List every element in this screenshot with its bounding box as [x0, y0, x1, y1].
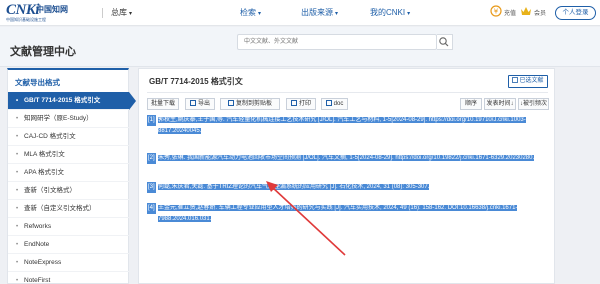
doc-button[interactable]: doc — [321, 98, 348, 110]
recharge-icon[interactable]: ¥ — [490, 5, 502, 17]
citation-number: [2] — [147, 153, 156, 164]
sidebar-item-format[interactable]: APA 格式引文 — [8, 164, 129, 182]
print-button[interactable]: 打印 — [286, 98, 316, 110]
citation-text: 朱秀,张琳. 我国新能源汽车动力电池回收市场空间预测 [J/OL]. 汽车文摘,… — [158, 153, 550, 164]
citation-text: 王金元,崔立赟,赵春娇. 车辆工程专业应用型人才培养的研究与实践 [J]. 汽车… — [158, 203, 550, 225]
citation-text: 郭秋生,姚庆泰,王子国,等. 汽车轻量化机械连接工艺技术研究 [J/OL]. 汽… — [158, 115, 550, 137]
site-switch-dropdown[interactable]: 总库 ▾ — [111, 7, 132, 18]
nav-search[interactable]: 检索 ▾ — [240, 7, 261, 18]
personal-login-button[interactable]: 个人登录 — [555, 6, 596, 20]
sidebar-item-format[interactable]: NoteFirst — [8, 272, 129, 284]
doc-icon — [325, 100, 332, 106]
selected-documents-label: 已选文献 — [519, 78, 544, 84]
nav-publications-label: 出版来源 — [301, 8, 333, 17]
export-label: 导出 — [197, 101, 210, 107]
print-icon — [290, 100, 297, 106]
sort-by-year-button[interactable]: 发表时间↓ — [484, 98, 516, 110]
chevron-down-icon: ▾ — [129, 11, 133, 17]
selected-documents-button[interactable]: 已选文献 — [508, 75, 548, 88]
sort-by-citations-button[interactable]: ↓被引频次 — [518, 98, 549, 110]
member-icon[interactable] — [520, 5, 532, 17]
site-switch-label: 总库 — [111, 8, 127, 17]
cnki-logo[interactable]: CNKi 中国知网 中国知识基础设施工程 — [6, 2, 78, 24]
sidebar-item-format[interactable]: 查新（引文格式） — [8, 182, 129, 200]
nav-my-cnki[interactable]: 我的CNKI ▾ — [370, 7, 410, 18]
page-header: 文献管理中心 — [0, 27, 600, 67]
tag-icon — [512, 77, 519, 83]
citation-number: [1] — [147, 115, 156, 126]
sidebar-item-format[interactable]: 知网研学（原E-Study） — [8, 110, 129, 128]
sidebar-item-format[interactable]: 查新（自定义引文格式） — [8, 200, 129, 218]
doc-label: doc — [333, 101, 344, 107]
nav-my-cnki-label: 我的CNKI — [370, 8, 406, 17]
nav-publications[interactable]: 出版来源 ▾ — [301, 7, 338, 18]
citation-panel: GB/T 7714-2015 格式引文 已选文献 批量下载 导出 复制到剪贴板 … — [138, 68, 555, 284]
citation-text-content: 朱秀,张琳. 我国新能源汽车动力电池回收市场空间预测 [J/OL]. 汽车文摘,… — [158, 155, 535, 161]
sort-order-button[interactable]: 顺序 — [460, 98, 482, 110]
sidebar-item-format[interactable]: GB/T 7714-2015 格式引文 — [8, 92, 136, 110]
copy-icon — [227, 100, 234, 106]
citation-text: 何磊,朱庆君,关磊. 基于TRIZ理论的汽车气瓶座漏系统的应用研究 [J]. 石… — [158, 182, 550, 193]
svg-text:¥: ¥ — [494, 8, 499, 16]
format-list: GB/T 7714-2015 格式引文知网研学（原E-Study）CAJ-CD … — [8, 92, 136, 284]
search-button[interactable] — [437, 34, 453, 50]
chevron-down-icon: ▾ — [335, 11, 339, 17]
sort-by-citations-label: 被引频次 — [522, 101, 547, 107]
sort-arrow-icon: ↓ — [510, 101, 514, 107]
logo-subtitle: 中国知识基础设施工程 — [6, 17, 46, 22]
sort-order-label: 顺序 — [464, 101, 477, 107]
sidebar-item-format[interactable]: CAJ-CD 格式引文 — [8, 128, 129, 146]
print-label: 打印 — [298, 101, 311, 107]
chevron-down-icon: ▾ — [258, 11, 262, 17]
top-navigation-bar: CNKi 中国知网 中国知识基础设施工程 总库 ▾ 检索 ▾ 出版来源 ▾ 我的CNK… — [0, 0, 600, 26]
divider — [147, 92, 548, 93]
chevron-down-icon: ▾ — [407, 11, 411, 17]
export-icon — [189, 100, 196, 106]
logo-chinese-name: 中国知网 — [36, 5, 68, 14]
export-button[interactable]: 导出 — [185, 98, 215, 110]
search-icon — [439, 37, 449, 47]
sidebar-item-format[interactable]: NoteExpress — [8, 254, 129, 272]
copy-label: 复制到剪贴板 — [235, 101, 272, 107]
citation-text-content: 何磊,朱庆君,关磊. 基于TRIZ理论的汽车气瓶座漏系统的应用研究 [J]. 石… — [158, 184, 430, 190]
member-label[interactable]: 会员 — [534, 8, 546, 17]
panel-title: GB/T 7714-2015 格式引文 — [149, 77, 243, 86]
citation-text-content: 王金元,崔立赟,赵春娇. 车辆工程专业应用型人才培养的研究与实践 [J]. 汽车… — [158, 205, 518, 222]
sidebar-item-format[interactable]: EndNote — [8, 236, 129, 254]
search-input[interactable] — [237, 34, 437, 50]
copy-to-clipboard-button[interactable]: 复制到剪贴板 — [220, 98, 280, 110]
citation-number: [4] — [147, 203, 156, 214]
sidebar-item-format[interactable]: Refworks — [8, 218, 129, 236]
page-title: 文献管理中心 — [10, 46, 76, 58]
recharge-label[interactable]: 充值 — [504, 8, 516, 17]
nav-search-label: 检索 — [240, 8, 256, 17]
divider — [102, 8, 103, 18]
citation-text-content: 郭秋生,姚庆泰,王子国,等. 汽车轻量化机械连接工艺技术研究 [J/OL]. 汽… — [158, 117, 526, 134]
batch-download-button[interactable]: 批量下载 — [147, 98, 179, 110]
citation-number: [3] — [147, 182, 156, 193]
sidebar-title: 文献导出格式 — [15, 78, 60, 87]
sidebar-item-format[interactable]: MLA 格式引文 — [8, 146, 129, 164]
sort-by-year-label: 发表时间 — [486, 101, 511, 107]
export-format-sidebar: 文献导出格式 GB/T 7714-2015 格式引文知网研学（原E-Study）… — [7, 68, 136, 284]
batch-download-label: 批量下载 — [150, 101, 175, 107]
